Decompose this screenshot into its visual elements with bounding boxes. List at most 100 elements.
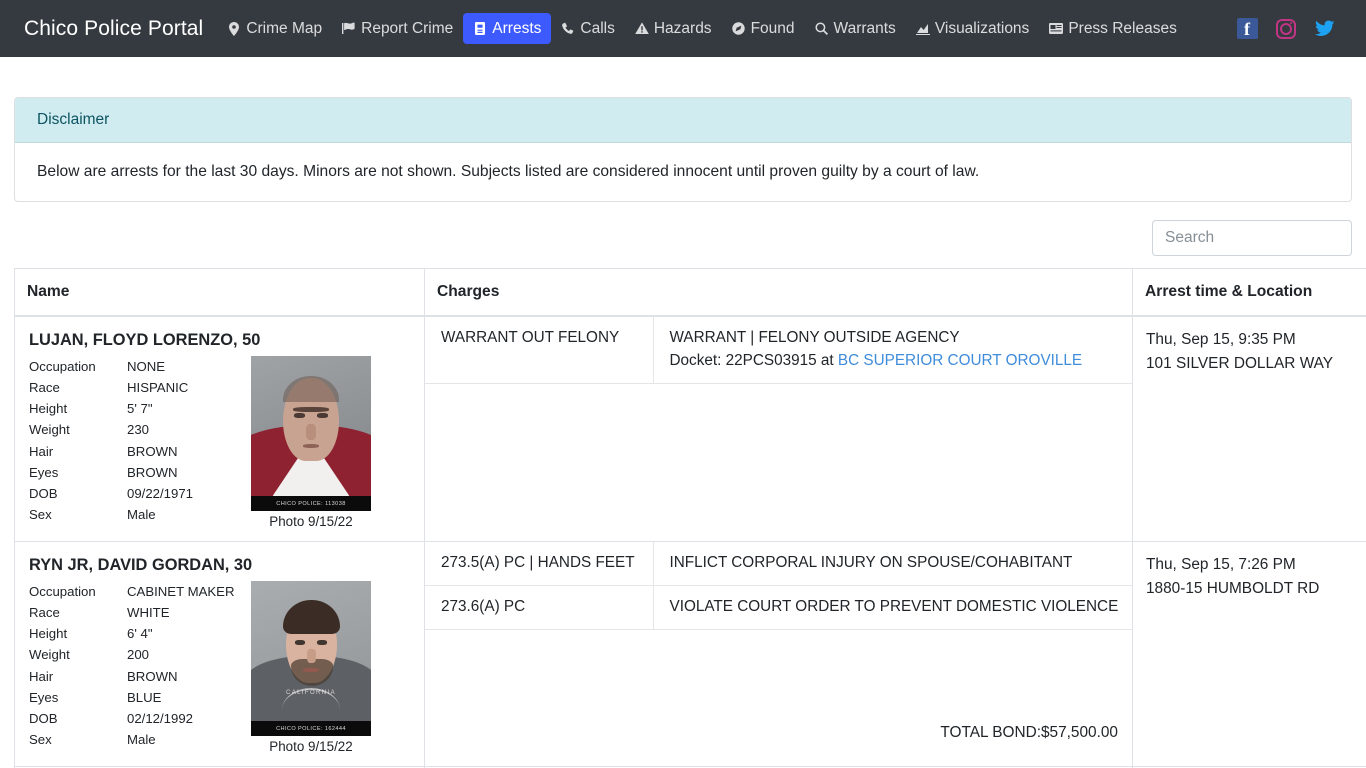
nav-label-warrants: Warrants	[833, 19, 896, 37]
top-navbar: Chico Police Portal Crime Map Report Cri…	[0, 0, 1366, 57]
column-header-arrest[interactable]: Arrest time & Location	[1132, 268, 1366, 317]
attribute-row-dob: DOB 02/12/1992	[27, 708, 247, 729]
attribute-row-occupation: Occupation CABINET MAKER	[27, 581, 247, 602]
name-cell: RYN JR, DAVID GORDAN, 30 Occupation CABI…	[14, 541, 425, 767]
attr-label-eyes: Eyes	[29, 689, 59, 705]
column-header-name[interactable]: Name	[14, 268, 425, 317]
search-input[interactable]	[1152, 220, 1352, 256]
nav-label-press-releases: Press Releases	[1068, 19, 1177, 37]
attribute-row-occupation: Occupation NONE	[27, 356, 247, 377]
nav-label-report-crime: Report Crime	[361, 19, 454, 37]
map-marker-icon	[227, 21, 241, 36]
attr-label-weight: Weight	[29, 422, 70, 438]
table-body: LUJAN, FLOYD LORENZO, 50 Occupation NONE…	[14, 315, 1366, 768]
arrests-table: Name Charges Arrest time & Location LUJA…	[14, 268, 1366, 768]
attribute-row-weight: Weight 230	[27, 419, 247, 440]
column-header-charges[interactable]: Charges	[424, 268, 1133, 317]
nav-label-found: Found	[750, 19, 795, 37]
attribute-row-height: Height 6' 4"	[27, 623, 247, 644]
nav-label-arrests: Arrests	[492, 19, 542, 37]
nav-item-hazards[interactable]: Hazards	[625, 13, 722, 45]
instagram-icon[interactable]	[1275, 18, 1297, 40]
charge-description-cell: INFLICT CORPORAL INJURY ON SPOUSE/COHABI…	[653, 542, 1132, 586]
attr-value-sex: Male	[127, 731, 156, 747]
flag-icon	[342, 22, 356, 36]
attribute-row-dob: DOB 09/22/1971	[27, 483, 247, 504]
table-head: Name Charges Arrest time & Location	[14, 268, 1366, 317]
disclaimer-card: Disclaimer Below are arrests for the las…	[14, 97, 1352, 202]
attribute-row-height: Height 5' 7"	[27, 398, 247, 419]
nav-item-crime-map[interactable]: Crime Map	[217, 13, 332, 45]
charge-row: 273.5(A) PC | HANDS FEET INFLICT CORPORA…	[425, 542, 1132, 586]
mugshot-photo[interactable]: CALIFORNIA CHICO POLICE: 162444	[251, 581, 371, 736]
search-icon	[815, 22, 829, 36]
attr-label-occupation: Occupation	[29, 359, 96, 374]
name-cell: LUJAN, FLOYD LORENZO, 50 Occupation NONE…	[14, 315, 425, 542]
arrest-cell: Thu, Sep 15, 9:35 PM 101 SILVER DOLLAR W…	[1132, 315, 1366, 542]
nav-label-calls: Calls	[580, 19, 615, 37]
attr-value-hair: BROWN	[127, 668, 178, 684]
attr-value-eyes: BLUE	[127, 689, 162, 705]
newspaper-icon	[1049, 22, 1064, 36]
attr-value-dob: 09/22/1971	[127, 485, 194, 501]
id-badge-icon	[473, 22, 487, 36]
nav-item-press-releases[interactable]: Press Releases	[1039, 13, 1187, 45]
nav-items: Crime Map Report Crime Arrests Calls Haz	[217, 0, 1236, 57]
total-bond: TOTAL BOND:$57,500.00	[940, 724, 1118, 741]
arrest-time: Thu, Sep 15, 9:35 PM	[1146, 331, 1296, 348]
nav-item-calls[interactable]: Calls	[551, 13, 624, 45]
facebook-icon[interactable]: f	[1236, 18, 1258, 40]
attr-value-occupation: NONE	[127, 359, 166, 374]
charge-code: WARRANT OUT FELONY	[425, 317, 654, 384]
nav-item-arrests[interactable]: Arrests	[463, 12, 552, 45]
charges-cell: WARRANT OUT FELONY WARRANT | FELONY OUTS…	[424, 315, 1133, 542]
nav-item-found[interactable]: Found	[722, 13, 805, 45]
attr-label-race: Race	[29, 380, 60, 396]
photo-wrap: CALIFORNIA CHICO POLICE: 162444 Photo 9/…	[251, 581, 371, 754]
attribute-row-weight: Weight 200	[27, 644, 247, 665]
booking-stamp: CHICO POLICE: 162444	[251, 721, 371, 736]
charges-table: 273.5(A) PC | HANDS FEET INFLICT CORPORA…	[425, 542, 1132, 630]
charge-description: WARRANT | FELONY OUTSIDE AGENCY	[669, 329, 960, 346]
nav-item-report-crime[interactable]: Report Crime	[332, 13, 463, 45]
charge-row: WARRANT OUT FELONY WARRANT | FELONY OUTS…	[425, 317, 1132, 384]
social-links: f	[1236, 18, 1350, 40]
nav-item-warrants[interactable]: Warrants	[805, 13, 906, 45]
nav-item-visualizations[interactable]: Visualizations	[906, 13, 1040, 45]
arrest-location: 1880-15 HUMBOLDT RD	[1146, 580, 1320, 598]
arrest-time: Thu, Sep 15, 7:26 PM	[1146, 556, 1296, 573]
photo-caption: Photo 9/15/22	[269, 514, 353, 529]
subject-name[interactable]: LUJAN, FLOYD LORENZO, 50	[29, 331, 412, 350]
subject-name[interactable]: RYN JR, DAVID GORDAN, 30	[29, 556, 412, 575]
nav-label-visualizations: Visualizations	[934, 19, 1030, 37]
site-brand[interactable]: Chico Police Portal	[24, 17, 203, 41]
attr-label-sex: Sex	[29, 731, 52, 747]
attr-value-race: HISPANIC	[127, 380, 189, 396]
table-header-row: Name Charges Arrest time & Location	[14, 268, 1366, 317]
attr-value-hair: BROWN	[127, 443, 178, 459]
arrest-cell: Thu, Sep 15, 7:26 PM 1880-15 HUMBOLDT RD	[1132, 541, 1366, 767]
arrest-location: 101 SILVER DOLLAR WAY	[1146, 355, 1334, 373]
nav-label-crime-map: Crime Map	[246, 19, 323, 37]
disclaimer-body: Below are arrests for the last 30 days. …	[37, 163, 980, 180]
attr-value-race: WHITE	[127, 605, 170, 621]
court-link[interactable]: BC SUPERIOR COURT OROVILLE	[838, 352, 1082, 369]
attr-value-weight: 230	[127, 422, 150, 438]
attribute-row-race: Race WHITE	[27, 602, 247, 623]
attr-label-hair: Hair	[29, 443, 54, 459]
attr-label-weight: Weight	[29, 647, 70, 663]
chart-icon	[915, 22, 930, 36]
mugshot-photo[interactable]: CHICO POLICE: 113038	[251, 356, 371, 511]
attribute-row-hair: Hair BROWN	[27, 441, 247, 462]
attribute-row-hair: Hair BROWN	[27, 666, 247, 687]
docket-text: Docket: 22PCS03915 at	[669, 351, 838, 369]
twitter-icon[interactable]	[1314, 18, 1336, 40]
attr-label-sex: Sex	[29, 506, 52, 522]
disclaimer-title: Disclaimer	[15, 98, 1351, 143]
compass-icon	[732, 22, 746, 36]
attr-value-eyes: BROWN	[127, 464, 178, 480]
page-content: Disclaimer Below are arrests for the las…	[0, 97, 1366, 768]
charge-code: 273.6(A) PC	[425, 585, 654, 630]
attribute-row-eyes: Eyes BLUE	[27, 687, 247, 708]
attr-label-dob: DOB	[29, 710, 58, 726]
